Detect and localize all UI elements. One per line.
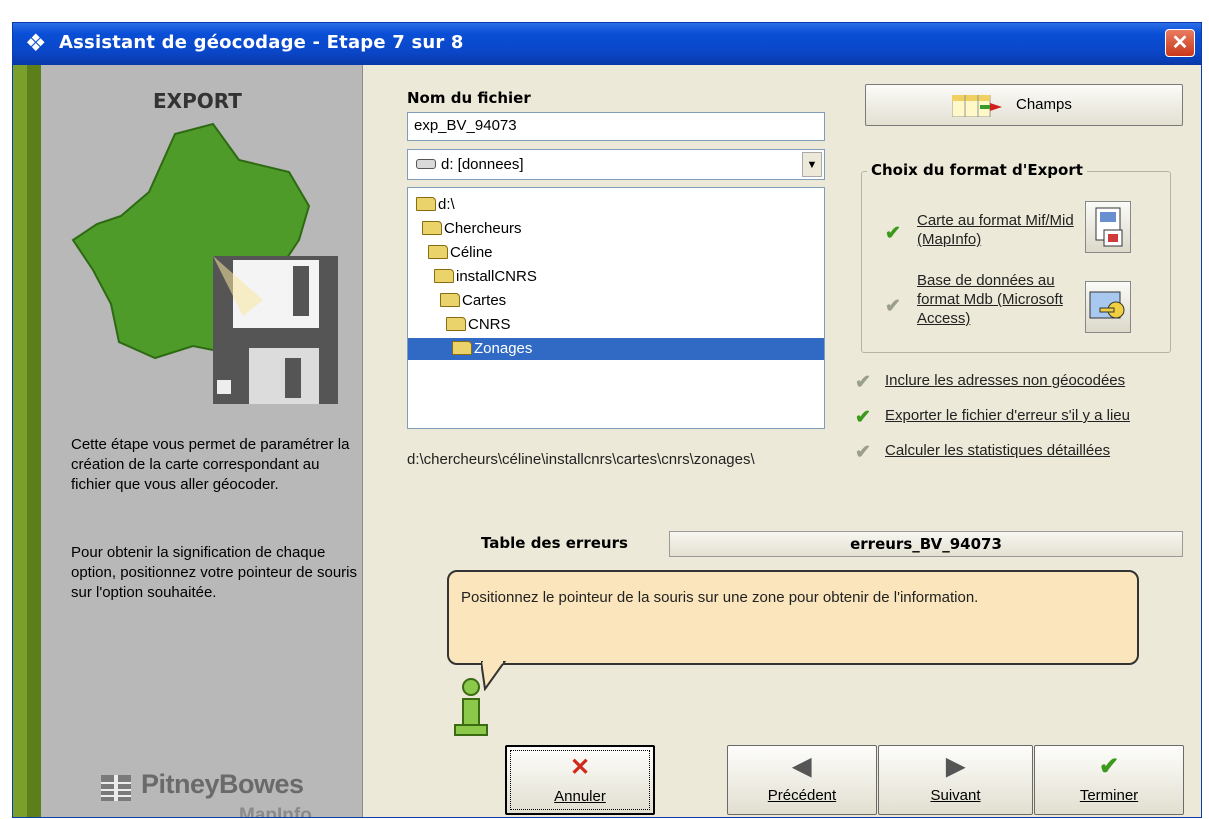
folder-icon <box>416 197 436 211</box>
folder-icon <box>440 293 460 307</box>
check-icon[interactable]: ✔ <box>855 441 871 464</box>
close-icon: ✕ <box>569 754 591 781</box>
close-button[interactable]: ✕ <box>1165 29 1195 57</box>
folder-item[interactable]: Chercheurs <box>422 218 522 240</box>
option-include-ungeocoded[interactable]: Inclure les adresses non géocodées <box>885 372 1125 389</box>
info-bubble <box>447 570 1139 665</box>
cancel-button-label: Annuler <box>554 788 606 805</box>
folder-icon <box>446 317 466 331</box>
format-option-mdb[interactable]: Base de données au format Mdb (Microsoft… <box>917 271 1087 328</box>
france-floppy-illustration <box>71 122 338 404</box>
open-folder-icon <box>452 341 472 355</box>
floppy-disk-icon <box>213 256 338 404</box>
check-icon[interactable]: ✔ <box>885 222 901 245</box>
folder-item[interactable]: installCNRS <box>434 266 537 288</box>
wizard-icon: ❖ <box>25 30 47 57</box>
next-button-label: Suivant <box>930 787 981 804</box>
folder-icon <box>434 269 454 283</box>
format-option-mif[interactable]: Carte au format Mif/Mid (MapInfo) <box>917 211 1077 249</box>
folder-icon <box>428 245 448 259</box>
pitney-bowes-logo-icon <box>101 775 131 801</box>
map-document-icon <box>1095 207 1123 247</box>
error-table-label: Table des erreurs <box>481 534 628 552</box>
drive-icon <box>416 159 436 169</box>
step-description: Cette étape vous permet de paramétrer la… <box>71 436 350 493</box>
brand-name: PitneyBowes <box>141 769 304 799</box>
check-icon: ✔ <box>1098 753 1120 780</box>
left-panel: EXPORT Cette étape vous permet de paramé… <box>13 65 363 818</box>
check-icon[interactable]: ✔ <box>885 295 901 318</box>
step-heading: EXPORT <box>153 89 242 113</box>
info-icon <box>454 678 488 736</box>
drive-select[interactable]: d: [donnees] ▼ <box>407 149 825 180</box>
info-text: Positionnez le pointeur de la souris sur… <box>461 589 979 606</box>
previous-button[interactable]: ◀ Précédent <box>727 745 877 815</box>
cancel-button[interactable]: ✕ Annuler <box>505 745 655 815</box>
folder-item-selected[interactable]: Zonages <box>408 338 824 360</box>
next-button[interactable]: ▶ Suivant <box>878 745 1033 815</box>
arrow-left-icon: ◀ <box>792 753 812 780</box>
check-icon[interactable]: ✔ <box>855 406 871 429</box>
access-format-icon[interactable] <box>1085 281 1131 333</box>
file-name-input[interactable]: exp_BV_94073 <box>407 112 825 141</box>
file-name-label: Nom du fichier <box>407 89 531 107</box>
folder-list[interactable]: d:\ Chercheurs Céline installCNRS Cartes… <box>407 187 825 429</box>
brand-product: MapInfo <box>239 805 312 818</box>
chevron-down-icon[interactable]: ▼ <box>802 152 822 177</box>
window-title: Assistant de géocodage - Etape 7 sur 8 <box>59 32 464 53</box>
fields-button-label: Champs <box>1016 96 1072 113</box>
accent-bar-dark <box>27 65 41 817</box>
main-panel: Nom du fichier exp_BV_94073 d: [donnees]… <box>365 65 1201 817</box>
option-export-error-file[interactable]: Exporter le fichier d'erreur s'il y a li… <box>885 407 1130 424</box>
help-description: Pour obtenir la signification de chaque … <box>71 544 358 601</box>
accent-bar <box>13 65 27 817</box>
finish-button[interactable]: ✔ Terminer <box>1034 745 1184 815</box>
database-key-icon <box>1089 291 1125 319</box>
folder-item[interactable]: Cartes <box>440 290 506 312</box>
title-bar: ❖ Assistant de géocodage - Etape 7 sur 8… <box>13 23 1201 65</box>
check-icon[interactable]: ✔ <box>855 371 871 394</box>
error-table-field[interactable]: erreurs_BV_94073 <box>669 531 1183 557</box>
fields-button[interactable]: Champs <box>865 84 1183 126</box>
folder-icon <box>422 221 442 235</box>
folder-item[interactable]: d:\ <box>416 194 455 216</box>
finish-button-label: Terminer <box>1079 787 1139 804</box>
current-path: d:\chercheurs\céline\installcnrs\cartes\… <box>407 451 755 468</box>
folder-item[interactable]: Céline <box>428 242 493 264</box>
export-format-legend: Choix du format d'Export <box>867 161 1087 179</box>
previous-button-label: Précédent <box>767 787 837 804</box>
arrow-right-icon: ▶ <box>946 753 965 780</box>
option-detailed-statistics[interactable]: Calculer les statistiques détaillées <box>885 442 1110 459</box>
drive-value: d: [donnees] <box>441 156 524 173</box>
folder-item[interactable]: CNRS <box>446 314 511 336</box>
wizard-window: ❖ Assistant de géocodage - Etape 7 sur 8… <box>12 22 1202 818</box>
mapinfo-format-icon[interactable] <box>1085 201 1131 253</box>
fields-table-icon <box>952 95 1002 117</box>
